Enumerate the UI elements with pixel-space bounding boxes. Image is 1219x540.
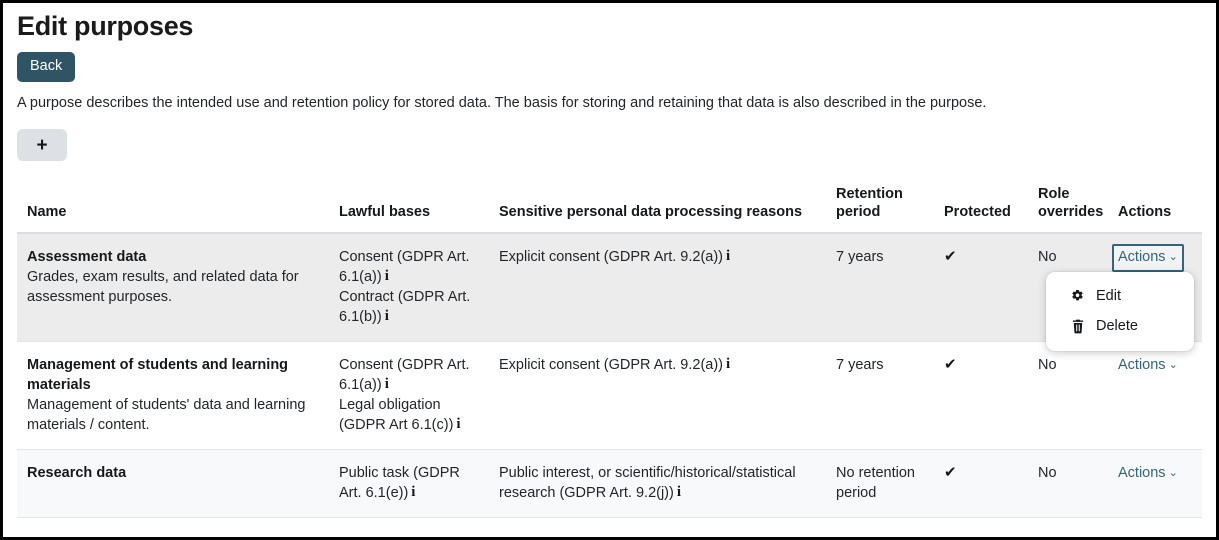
info-icon[interactable]: i: [677, 485, 681, 500]
cell-actions: Actions ⌄: [1108, 449, 1202, 518]
actions-dropdown-menu: Edit Delete: [1046, 272, 1194, 351]
cell-lawful-bases: Consent (GDPR Art. 6.1(a)) i Legal obligat…: [329, 341, 489, 450]
actions-dropdown-label: Actions: [1118, 249, 1166, 265]
lawful-basis-item: Consent (GDPR Art. 6.1(a)) i: [339, 357, 470, 393]
purpose-description: Management of students' data and learnin…: [27, 397, 306, 433]
info-icon[interactable]: i: [385, 377, 389, 392]
check-icon: ✔: [944, 464, 957, 481]
actions-dropdown-label: Actions: [1118, 465, 1166, 481]
edit-purposes-page: Edit purposes Back A purpose describes t…: [3, 3, 1216, 537]
actions-dropdown-toggle[interactable]: Actions ⌄: [1112, 244, 1184, 272]
cell-role-overrides: No: [1028, 449, 1108, 518]
lawful-basis-item: Legal obligation (GDPR Art 6.1(c)) i: [339, 397, 461, 433]
column-header-role-overrides: Role overrides: [1028, 176, 1108, 234]
table-header-row: Name Lawful bases Sensitive personal dat…: [17, 176, 1202, 234]
column-header-protected: Protected: [934, 176, 1028, 234]
cell-retention-period: 7 years: [826, 233, 934, 342]
purposes-table-container: Name Lawful bases Sensitive personal dat…: [17, 176, 1202, 518]
add-purpose-button[interactable]: +: [17, 129, 67, 161]
chevron-down-icon: ⌄: [1168, 251, 1178, 263]
cell-actions: Actions ⌄ Edit Delete: [1046, 233, 1202, 351]
info-icon[interactable]: i: [385, 269, 389, 284]
cell-actions: Actions ⌄: [1108, 341, 1202, 450]
cell-lawful-bases: Consent (GDPR Art. 6.1(a)) i Contract (GDP…: [329, 233, 489, 342]
column-header-lawful-bases: Lawful bases: [329, 176, 489, 234]
trash-icon: [1070, 319, 1085, 334]
column-header-actions: Actions: [1108, 176, 1202, 234]
purpose-name: Research data: [27, 465, 127, 481]
cell-protected: ✔: [934, 449, 1028, 518]
cell-sensitive-reasons: Explicit consent (GDPR Art. 9.2(a)) i: [489, 233, 826, 342]
lawful-basis-item: Consent (GDPR Art. 6.1(a)) i: [339, 249, 470, 285]
column-header-retention-period: Retention period: [826, 176, 934, 234]
app-window: Edit purposes Back A purpose describes t…: [0, 0, 1219, 540]
purpose-description: Grades, exam results, and related data f…: [27, 269, 299, 305]
chevron-down-icon: ⌄: [1168, 467, 1178, 479]
purpose-name: Assessment data: [27, 249, 147, 265]
cell-role-overrides: No: [1028, 341, 1108, 450]
cell-retention-period: 7 years: [826, 341, 934, 450]
cell-protected: ✔: [934, 233, 1028, 342]
menu-item-delete[interactable]: Delete: [1046, 311, 1194, 341]
actions-dropdown-toggle[interactable]: Actions ⌄: [1118, 355, 1178, 376]
cell-lawful-bases: Public task (GDPR Art. 6.1(e)) i: [329, 449, 489, 518]
gear-icon: [1070, 289, 1085, 304]
lawful-basis-item: Contract (GDPR Art. 6.1(b)) i: [339, 289, 471, 325]
check-icon: ✔: [944, 248, 957, 265]
info-icon[interactable]: i: [385, 309, 389, 324]
cell-name: Assessment data Grades, exam results, and…: [17, 233, 329, 342]
purposes-table: Name Lawful bases Sensitive personal dat…: [17, 176, 1202, 518]
cell-name: Research data: [17, 449, 329, 518]
cell-protected: ✔: [934, 341, 1028, 450]
actions-dropdown-label: Actions: [1118, 357, 1166, 373]
info-icon[interactable]: i: [726, 249, 730, 264]
actions-dropdown-toggle[interactable]: Actions ⌄: [1118, 463, 1178, 484]
sensitive-reason-item: Public interest, or scientific/historica…: [499, 465, 796, 501]
sensitive-reason-item: Explicit consent (GDPR Art. 9.2(a)) i: [499, 356, 731, 374]
table-header: Name Lawful bases Sensitive personal dat…: [17, 176, 1202, 234]
cell-sensitive-reasons: Explicit consent (GDPR Art. 9.2(a)) i: [489, 341, 826, 450]
page-title: Edit purposes: [17, 11, 194, 41]
plus-icon: +: [36, 134, 48, 156]
cell-retention-period: No retention period: [826, 449, 934, 518]
table-row[interactable]: Management of students and learning mate…: [17, 341, 1202, 450]
info-icon[interactable]: i: [726, 357, 730, 372]
info-icon[interactable]: i: [456, 417, 460, 432]
info-icon[interactable]: i: [411, 485, 415, 500]
sensitive-reason-item: Explicit consent (GDPR Art. 9.2(a)) i: [499, 248, 731, 266]
column-header-name: Name: [17, 176, 329, 234]
table-body: Assessment data Grades, exam results, and…: [17, 233, 1202, 518]
menu-item-label: Delete: [1096, 318, 1138, 334]
table-row[interactable]: Assessment data Grades, exam results, and…: [17, 233, 1202, 351]
cell-sensitive-reasons: Public interest, or scientific/historica…: [489, 449, 826, 518]
back-button[interactable]: Back: [17, 52, 76, 82]
column-header-sensitive-reasons: Sensitive personal data processing reaso…: [489, 176, 826, 234]
purpose-name: Management of students and learning mate…: [27, 357, 289, 393]
check-icon: ✔: [944, 356, 957, 373]
table-row[interactable]: Research data Public task (GDPR Art. 6.1(…: [17, 449, 1202, 518]
lawful-basis-item: Public task (GDPR Art. 6.1(e)) i: [339, 465, 460, 501]
chevron-down-icon: ⌄: [1168, 359, 1178, 371]
cell-name: Management of students and learning mate…: [17, 341, 329, 450]
menu-item-label: Edit: [1096, 288, 1121, 304]
menu-item-edit[interactable]: Edit: [1046, 281, 1194, 311]
intro-paragraph: A purpose describes the intended use and…: [17, 95, 987, 111]
